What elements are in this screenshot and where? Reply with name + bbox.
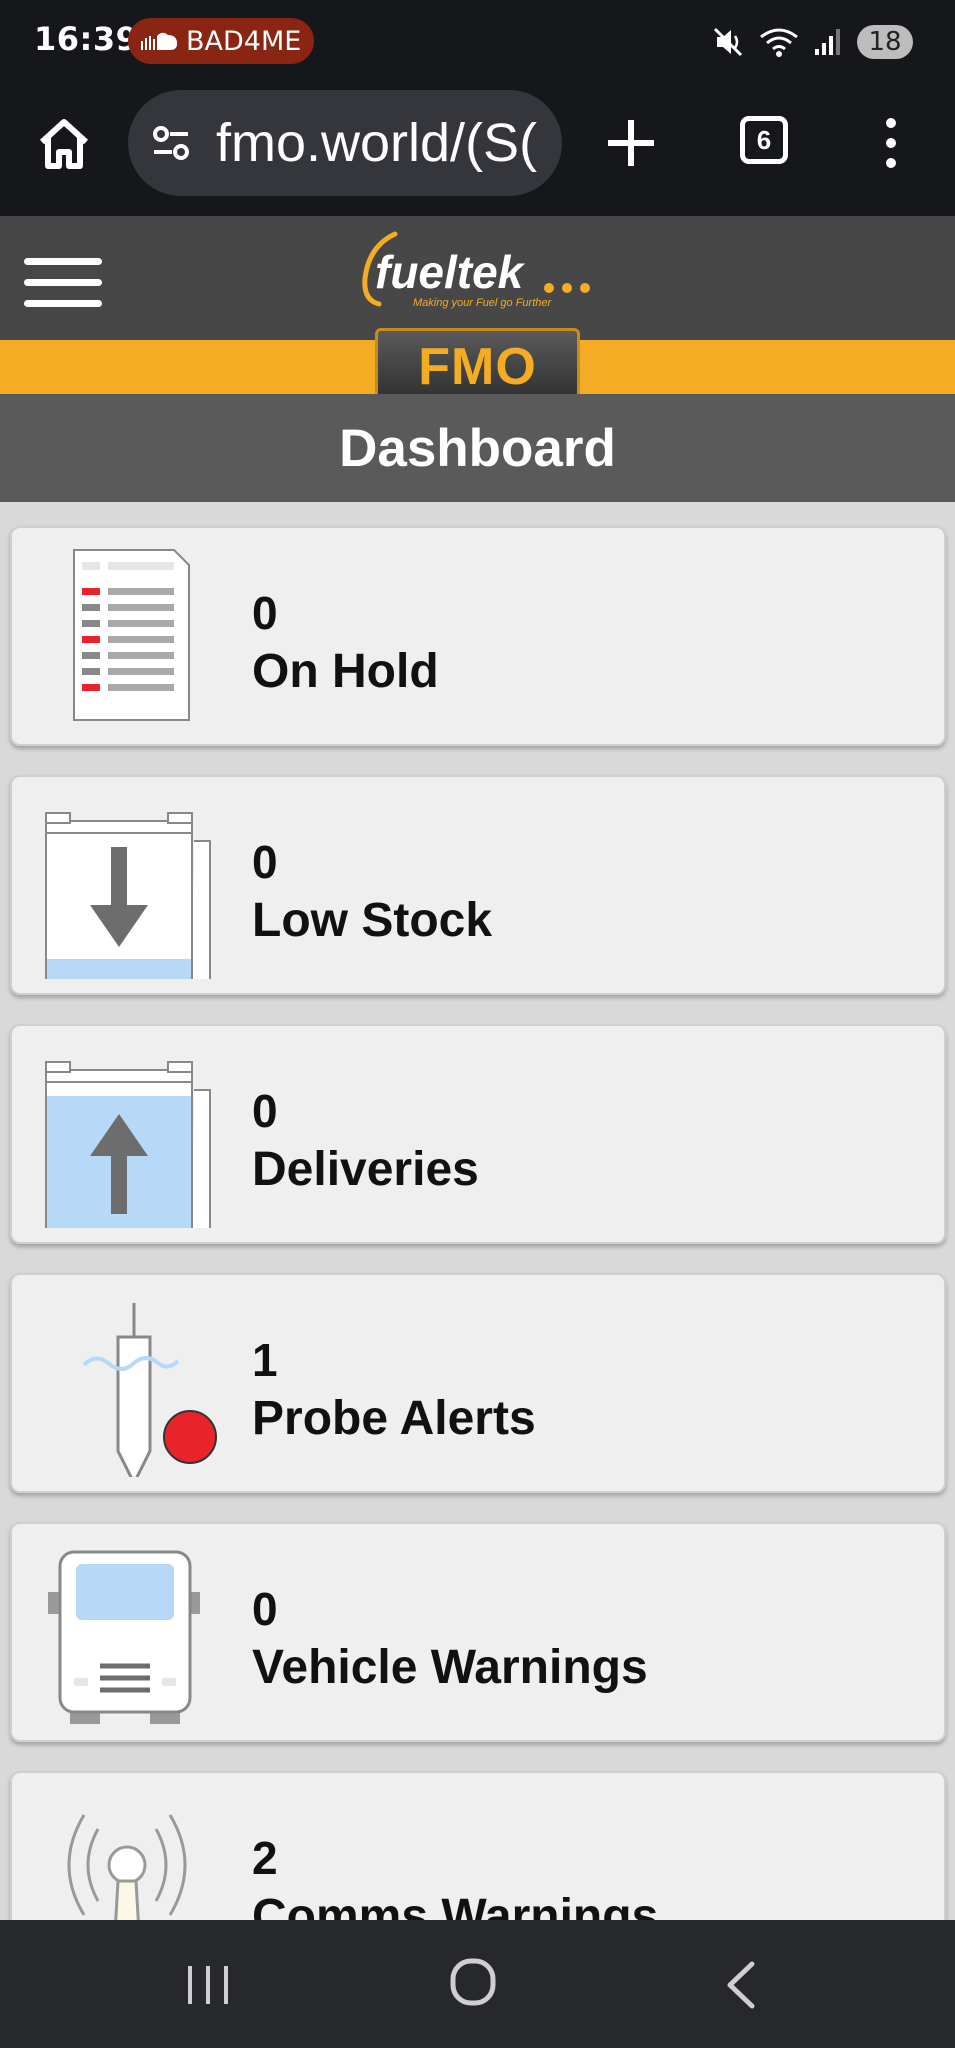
status-time: 16:39 xyxy=(34,20,139,58)
card-on-hold[interactable]: 0 On Hold xyxy=(10,526,946,746)
notification-label: BAD4ME xyxy=(186,25,302,57)
browser-toolbar: fmo.world/(S( 6 xyxy=(0,84,955,216)
card-probe-alerts[interactable]: 1 Probe Alerts xyxy=(10,1273,946,1493)
card-label: Probe Alerts xyxy=(252,1392,536,1445)
notification-pill[interactable]: BAD4ME xyxy=(128,18,314,64)
card-count: 2 xyxy=(252,1832,278,1884)
delivery-tank-icon xyxy=(45,1061,211,1228)
mute-icon xyxy=(713,27,743,57)
card-comms-warnings[interactable]: 2 Comms Warnings xyxy=(10,1771,946,1920)
card-count: 0 xyxy=(252,1583,278,1635)
low-stock-tank-icon xyxy=(45,812,211,979)
wifi-icon xyxy=(760,28,798,57)
card-label: Comms Warnings xyxy=(252,1890,659,1920)
soundcloud-icon xyxy=(141,32,178,50)
system-nav-bar xyxy=(0,1920,955,2048)
status-bar: 16:39 BAD4ME 18 xyxy=(0,0,955,84)
fueltek-logo: fueltek Making your Fuel go Further xyxy=(362,231,590,309)
card-vehicle-warnings[interactable]: 0 Vehicle Warnings xyxy=(10,1522,946,1742)
hamburger-menu-icon[interactable] xyxy=(24,256,102,310)
card-count: 0 xyxy=(252,587,278,639)
recents-icon[interactable] xyxy=(184,1962,232,2008)
comms-antenna-icon xyxy=(67,1814,187,1920)
battery-icon: 18 xyxy=(857,25,913,59)
svg-text:Making your Fuel go Further: Making your Fuel go Further xyxy=(413,297,553,309)
signal-icon xyxy=(815,29,840,55)
home-icon[interactable] xyxy=(36,114,92,174)
title-bar: Dashboard xyxy=(0,394,955,502)
page-title: Dashboard xyxy=(339,418,616,478)
card-count: 0 xyxy=(252,1085,278,1137)
new-tab-icon[interactable] xyxy=(600,112,662,174)
card-deliveries[interactable]: 0 Deliveries xyxy=(10,1024,946,1244)
vehicle-icon xyxy=(48,1550,200,1724)
app-header: fueltek Making your Fuel go Further xyxy=(0,216,955,340)
menu-kebab-icon[interactable] xyxy=(880,116,902,170)
svg-text:fueltek: fueltek xyxy=(375,246,526,298)
card-label: Low Stock xyxy=(252,894,493,947)
url-text[interactable]: fmo.world/(S( xyxy=(216,112,537,174)
home-circle-icon[interactable] xyxy=(450,1958,496,2006)
card-label: On Hold xyxy=(252,645,439,698)
card-label: Deliveries xyxy=(252,1143,479,1196)
site-settings-icon[interactable] xyxy=(150,123,192,163)
probe-alert-icon xyxy=(82,1303,217,1477)
card-count: 1 xyxy=(252,1334,278,1386)
tabs-icon[interactable]: 6 xyxy=(740,116,788,164)
card-count: 0 xyxy=(252,836,278,888)
dashboard-cards: 0 On Hold 0 Low Stock 0 Deliveries 1 Pro… xyxy=(0,502,955,1920)
card-label: Vehicle Warnings xyxy=(252,1641,648,1694)
card-low-stock[interactable]: 0 Low Stock xyxy=(10,775,946,995)
status-icons: 18 xyxy=(711,20,913,64)
on-hold-document-icon xyxy=(73,549,190,721)
address-bar[interactable]: fmo.world/(S( xyxy=(128,90,562,196)
back-icon[interactable] xyxy=(724,1960,758,2010)
